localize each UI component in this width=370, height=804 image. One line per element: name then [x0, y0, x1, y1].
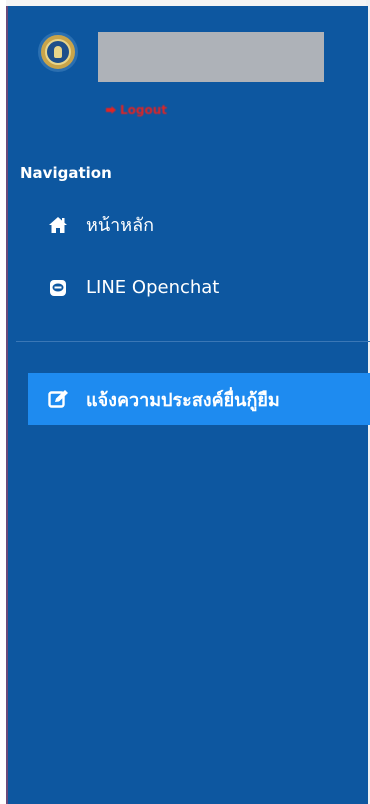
page: Logout Navigation หน้าหลัก LINE Openchat: [0, 0, 370, 804]
logout-icon: [106, 106, 116, 114]
sidebar-item-loan-request[interactable]: แจ้งความประสงค์ยื่นกู้ยืม: [28, 373, 370, 425]
edit-icon: [48, 388, 70, 410]
emblem-icon: [54, 46, 62, 58]
sidebar-item-home[interactable]: หน้าหลัก: [48, 210, 154, 239]
navigation-heading: Navigation: [20, 164, 112, 182]
home-icon: [48, 215, 68, 235]
avatar[interactable]: [38, 32, 78, 72]
line-chat-icon: [48, 278, 68, 298]
avatar-emblem-ring: [45, 39, 71, 65]
sidebar-item-label: แจ้งความประสงค์ยื่นกู้ยืม: [86, 389, 280, 411]
divider: [16, 341, 370, 342]
sidebar-item-label: LINE Openchat: [86, 277, 220, 298]
sidebar: Logout Navigation หน้าหลัก LINE Openchat: [6, 6, 370, 804]
sidebar-item-label: หน้าหลัก: [86, 215, 155, 236]
username-redacted: [98, 32, 324, 82]
logout-label: Logout: [120, 103, 168, 117]
logout-link[interactable]: Logout: [106, 103, 167, 117]
sidebar-item-line-openchat[interactable]: LINE Openchat: [48, 277, 219, 298]
